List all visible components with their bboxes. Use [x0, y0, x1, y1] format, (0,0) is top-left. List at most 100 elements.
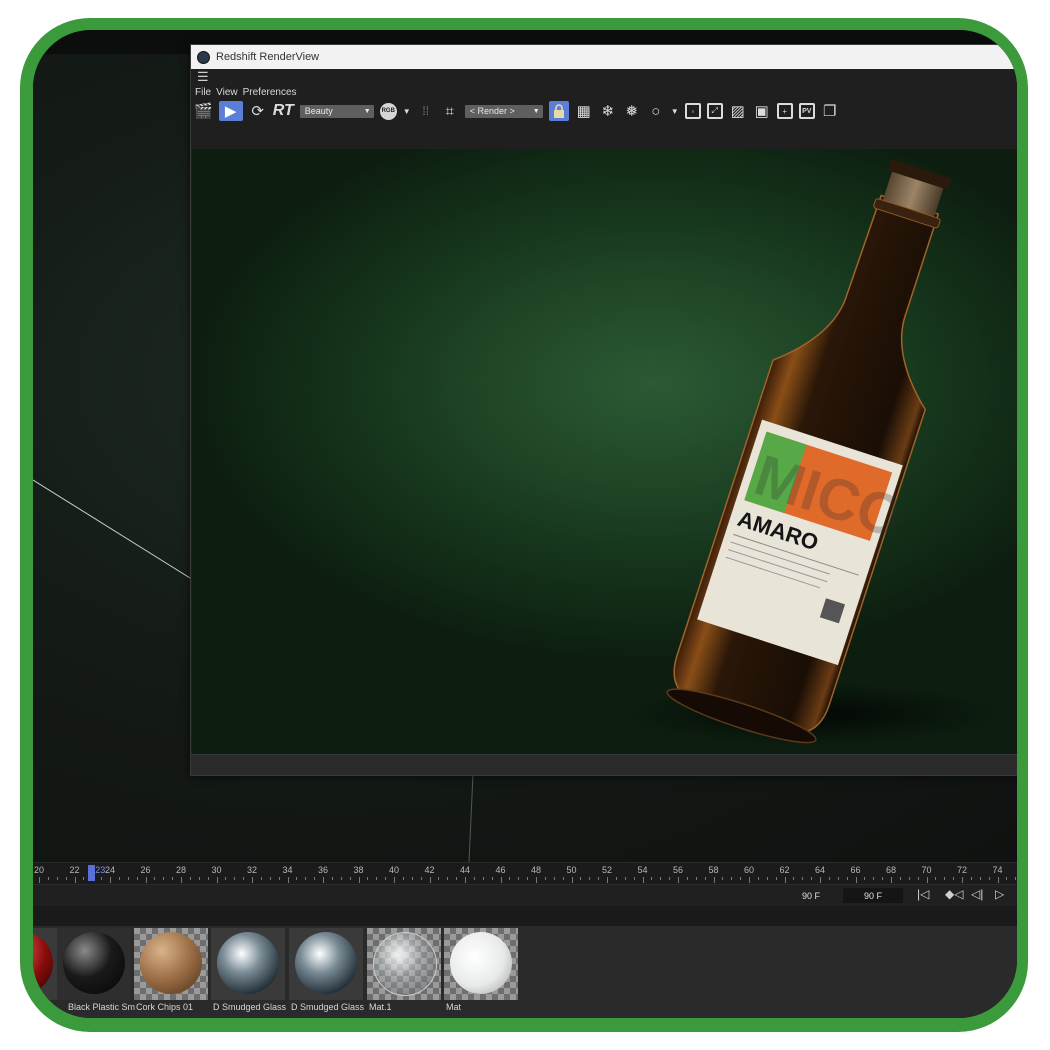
add-snapshot-icon[interactable]: + — [776, 103, 793, 119]
material-label[interactable]: Mat — [446, 1002, 461, 1012]
timeline-tick — [784, 877, 786, 883]
timeline-tick — [749, 877, 750, 883]
copy-icon[interactable]: ❐ — [821, 101, 839, 121]
timeline-tick — [899, 877, 901, 880]
timeline-ruler[interactable]: 20 22 24 26 28 30 32 34 36 38 40 42 44 46 48 50 52 54 56 58… — [33, 862, 1017, 885]
play-icon[interactable]: ▷ — [995, 887, 1004, 901]
render-canvas[interactable]: MICO AMARO — [192, 149, 1017, 767]
timeline-tick — [731, 877, 733, 880]
hatch-icon[interactable]: ▨ — [729, 101, 747, 121]
menu-file[interactable]: File — [195, 87, 211, 98]
material-preview — [450, 932, 512, 994]
rgb-channel-button[interactable]: RGB — [379, 102, 397, 120]
timeline-tick-label: 40 — [388, 865, 400, 875]
camera-select[interactable]: < Render > ▼ — [464, 104, 543, 118]
timeline-tick — [962, 877, 963, 883]
timeline-tick — [172, 877, 174, 880]
end-frame-field[interactable]: 90 F — [793, 888, 829, 903]
timeline-tick — [491, 877, 493, 880]
material-label[interactable]: Mat.1 — [369, 1002, 392, 1012]
menu-view[interactable]: View — [216, 87, 238, 98]
timeline-tick — [402, 877, 404, 880]
hamburger-menu-icon[interactable]: ☰ — [191, 69, 1017, 85]
timeline-tick — [562, 877, 564, 880]
menu-preferences[interactable]: Preferences — [243, 87, 297, 98]
material-thumb-smudged-glass-1[interactable] — [211, 928, 285, 1000]
timeline-tick — [944, 877, 946, 880]
material-thumb-black-plastic[interactable] — [57, 928, 131, 1000]
timeline-tick — [953, 877, 955, 880]
circle-icon[interactable]: ○ — [647, 101, 665, 121]
timeline-tick — [234, 877, 236, 880]
material-preview — [33, 932, 53, 994]
go-to-start-icon[interactable]: |◁ — [917, 887, 929, 901]
timeline-tick-label: 50 — [566, 865, 577, 875]
fit-region-icon[interactable]: ⤢ — [706, 103, 723, 119]
material-thumb-smudged-glass-2[interactable] — [289, 928, 363, 1000]
timeline-tick-label: 52 — [601, 865, 613, 875]
material-thumb-mat[interactable] — [444, 928, 518, 1000]
timeline-tick — [269, 877, 271, 880]
chevron-down-icon[interactable]: ▼ — [403, 101, 411, 121]
material-label[interactable]: Black Plastic Sm — [68, 1002, 135, 1012]
timeline-tick — [615, 877, 617, 880]
timeline-tick — [411, 877, 413, 880]
material-label[interactable]: D Smudged Glass — [213, 1002, 286, 1012]
chevron-down-icon[interactable]: ▼ — [671, 101, 679, 121]
timeline-tick-label: 70 — [921, 865, 932, 875]
timeline-tick — [624, 877, 626, 880]
timeline-tick — [553, 877, 555, 880]
timeline-tick — [314, 877, 316, 880]
timeline-tick — [47, 877, 49, 880]
timeline-tick — [136, 877, 138, 880]
max-frame-field[interactable]: 90 F — [843, 888, 903, 903]
render-play-icon[interactable]: ▶ — [218, 101, 243, 121]
timeline-tick — [331, 877, 333, 880]
focus-region-icon[interactable]: ◦ — [684, 103, 701, 119]
material-preview — [140, 932, 202, 994]
render-view-titlebar[interactable]: Redshift RenderView — [191, 45, 1017, 69]
timeline-tick — [189, 877, 191, 880]
image-icon[interactable]: ▣ — [753, 101, 771, 121]
timeline-tick — [970, 877, 972, 880]
timeline-tick-label: 32 — [246, 865, 258, 875]
material-thumb-red[interactable] — [33, 928, 59, 1000]
timeline-tick — [465, 877, 466, 883]
grid-icon[interactable]: ▦ — [575, 101, 593, 121]
previous-key-icon[interactable]: ◆◁ — [945, 887, 963, 901]
chevron-down-icon: ▼ — [532, 107, 540, 115]
snowflake-icon[interactable]: ❄ — [599, 101, 617, 121]
timeline-tick — [713, 877, 715, 883]
material-label[interactable]: D Smudged Glass — [291, 1002, 364, 1012]
material-thumb-mat1[interactable] — [367, 928, 441, 1000]
grid-dots-icon[interactable]: ⁞⁞ — [417, 101, 435, 121]
material-thumb-cork[interactable] — [134, 928, 208, 1000]
rt-toggle[interactable]: RT — [273, 101, 294, 121]
snowflake-settings-icon[interactable]: ❅ — [623, 101, 641, 121]
timeline-tick-label: 56 — [672, 865, 684, 875]
timeline-tick — [873, 877, 875, 880]
lock-icon[interactable] — [548, 101, 569, 121]
timeline-playhead[interactable] — [88, 865, 96, 881]
clapperboard-icon[interactable]: 🎬 — [194, 101, 213, 121]
render-view-window[interactable]: Redshift RenderView ☰ File View Preferen… — [190, 44, 1017, 776]
refresh-icon[interactable]: ⟳ — [249, 101, 267, 121]
timeline-tick — [979, 877, 981, 880]
aov-select[interactable]: Beauty ▼ — [299, 104, 374, 118]
timeline-tick — [589, 877, 591, 880]
material-preview — [217, 932, 279, 994]
timeline-tick — [127, 877, 129, 880]
previous-frame-icon[interactable]: ◁| — [971, 887, 983, 901]
timeline-tick — [260, 877, 262, 880]
timeline-tick-label: 54 — [637, 865, 648, 875]
timeline-tick — [669, 877, 671, 880]
material-label[interactable]: Cork Chips 01 — [136, 1002, 193, 1012]
timeline-tick — [820, 877, 821, 883]
timeline-tick — [846, 877, 848, 880]
redshift-logo-icon — [197, 50, 210, 64]
camera-select-value: < Render > — [469, 106, 515, 116]
timeline-tick-label: 24 — [104, 865, 116, 875]
timeline-tick — [509, 877, 511, 880]
pv-icon[interactable]: PV — [798, 103, 815, 119]
crop-icon[interactable]: ⌗ — [441, 101, 459, 121]
